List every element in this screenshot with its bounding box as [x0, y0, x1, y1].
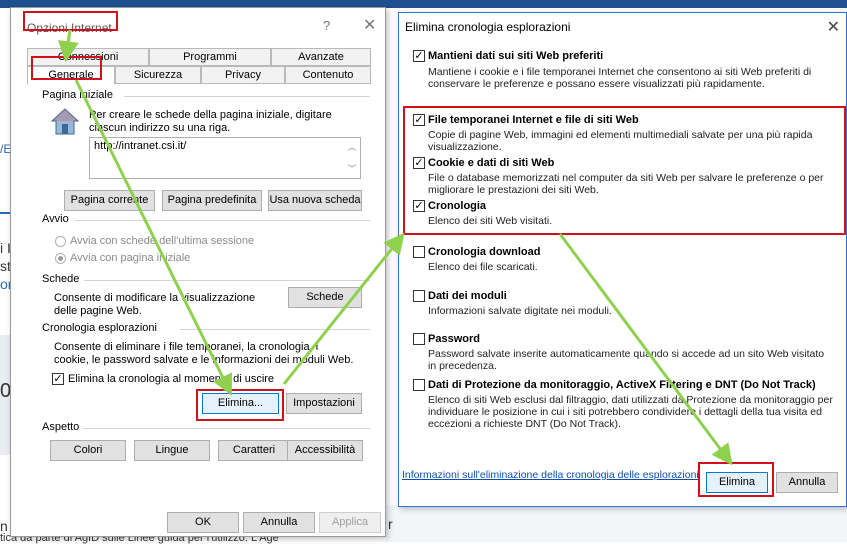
homepage-url: http://intranet.csi.it/: [94, 140, 187, 152]
checkbox-keep-favorites[interactable]: ✓: [413, 50, 425, 62]
dialog-titlebar: Elimina cronologia esplorazioni ✕: [399, 13, 846, 41]
checkbox-tracking-protection[interactable]: [413, 379, 425, 391]
startup-homepage-radio[interactable]: [55, 253, 66, 264]
cancel-button[interactable]: Annulla: [776, 472, 838, 493]
option-title: Password: [428, 333, 480, 345]
scroll-up-icon[interactable]: ︿: [345, 140, 359, 154]
history-settings-button[interactable]: Impostazioni: [286, 393, 362, 414]
dialog-title: Elimina cronologia esplorazioni: [405, 20, 571, 34]
background-divider-1: [0, 212, 10, 214]
tab-contenuto[interactable]: Contenuto: [285, 66, 371, 84]
tab-connessioni[interactable]: Connessioni: [27, 48, 149, 66]
option-title: Cookie e dati di siti Web: [428, 157, 555, 169]
divider: [84, 280, 370, 281]
apply-button[interactable]: Applica: [319, 512, 381, 533]
delete-on-exit-checkbox[interactable]: ✓: [52, 373, 64, 385]
option-description: Mantiene i cookie e i file temporanei In…: [428, 66, 812, 90]
tab-generale[interactable]: Generale: [27, 66, 115, 85]
default-page-button[interactable]: Pagina predefinita: [162, 190, 262, 211]
startup-homepage-label: Avvia con pagina iniziale: [70, 252, 191, 264]
history-description: Consente di eliminare i file temporanei,…: [54, 341, 354, 366]
colors-button[interactable]: Colori: [50, 440, 126, 461]
homepage-url-field[interactable]: http://intranet.csi.it/ ︿ ﹀: [89, 137, 361, 179]
divider: [124, 96, 370, 97]
history-group-label: Cronologia esplorazioni: [42, 322, 157, 334]
background-text: r: [388, 516, 393, 532]
option-title: Dati dei moduli: [428, 290, 507, 302]
checkbox-temp-files[interactable]: ✓: [413, 114, 425, 126]
appearance-group-label: Aspetto: [42, 421, 80, 433]
option-description: Elenco dei file scaricati.: [428, 261, 538, 273]
checkbox-passwords[interactable]: [413, 333, 425, 345]
dialog-title: Opzioni Internet: [27, 21, 112, 35]
option-description: Informazioni salvate digitate nei moduli…: [428, 305, 612, 317]
checkbox-download-history[interactable]: [413, 246, 425, 258]
homepage-group-label: Pagina iniziale: [42, 89, 113, 101]
option-title: Mantieni dati sui siti Web preferiti: [428, 50, 604, 62]
help-button[interactable]: ?: [323, 18, 330, 33]
option-description: Elenco dei siti Web visitati.: [428, 215, 553, 227]
option-description: Elenco di siti Web esclusi dal filtraggi…: [428, 394, 833, 430]
option-description: File o database memorizzati nel computer…: [428, 172, 824, 196]
home-icon: [50, 108, 80, 135]
checkbox-form-data[interactable]: [413, 290, 425, 302]
tabs-group-label: Schede: [42, 273, 80, 285]
cancel-button[interactable]: Annulla: [243, 512, 315, 533]
delete-history-button[interactable]: Elimina...: [202, 393, 279, 414]
option-title: Dati di Protezione da monitoraggio, Acti…: [428, 379, 816, 391]
startup-last-session-label: Avvia con schede dell'ultima sessione: [70, 235, 255, 247]
startup-last-session-radio[interactable]: [55, 236, 66, 247]
tab-programmi[interactable]: Programmi: [149, 48, 271, 66]
tab-avanzate[interactable]: Avanzate: [271, 48, 371, 66]
tabs-description: Consente di modificare la visualizzazion…: [54, 292, 256, 317]
divider: [180, 329, 370, 330]
accessibility-button[interactable]: Accessibilità: [287, 440, 363, 461]
checkbox-cookies[interactable]: ✓: [413, 157, 425, 169]
tab-privacy[interactable]: Privacy: [201, 66, 285, 84]
delete-button[interactable]: Elimina: [706, 472, 768, 493]
startup-group-label: Avvio: [42, 213, 69, 225]
delete-on-exit-label: Elimina la cronologia al momento di usci…: [68, 373, 275, 385]
option-description: Copie di pagine Web, immagini ed element…: [428, 129, 813, 153]
fonts-button[interactable]: Caratteri: [218, 440, 290, 461]
languages-button[interactable]: Lingue: [134, 440, 210, 461]
tab-sicurezza[interactable]: Sicurezza: [115, 66, 201, 84]
ok-button[interactable]: OK: [167, 512, 239, 533]
new-tab-button[interactable]: Usa nuova scheda: [268, 190, 362, 211]
option-description: Password salvate inserite automaticament…: [428, 348, 825, 372]
tabs-button[interactable]: Schede: [288, 287, 362, 308]
delete-history-info-link[interactable]: Informazioni sull'eliminazione della cro…: [402, 469, 699, 481]
close-button[interactable]: ✕: [363, 15, 376, 35]
divider: [82, 428, 370, 429]
scroll-down-icon[interactable]: ﹀: [345, 162, 359, 176]
option-title: Cronologia download: [428, 246, 541, 258]
checkbox-history[interactable]: ✓: [413, 200, 425, 212]
option-title: Cronologia: [428, 200, 487, 212]
current-page-button[interactable]: Pagina corrente: [64, 190, 155, 211]
homepage-instructions: Per creare le schede della pagina inizia…: [89, 109, 332, 134]
close-button[interactable]: ✕: [827, 17, 840, 37]
divider: [74, 220, 370, 221]
option-title: File temporanei Internet e file di siti …: [428, 114, 639, 126]
background-band-gray-right: [386, 505, 847, 542]
